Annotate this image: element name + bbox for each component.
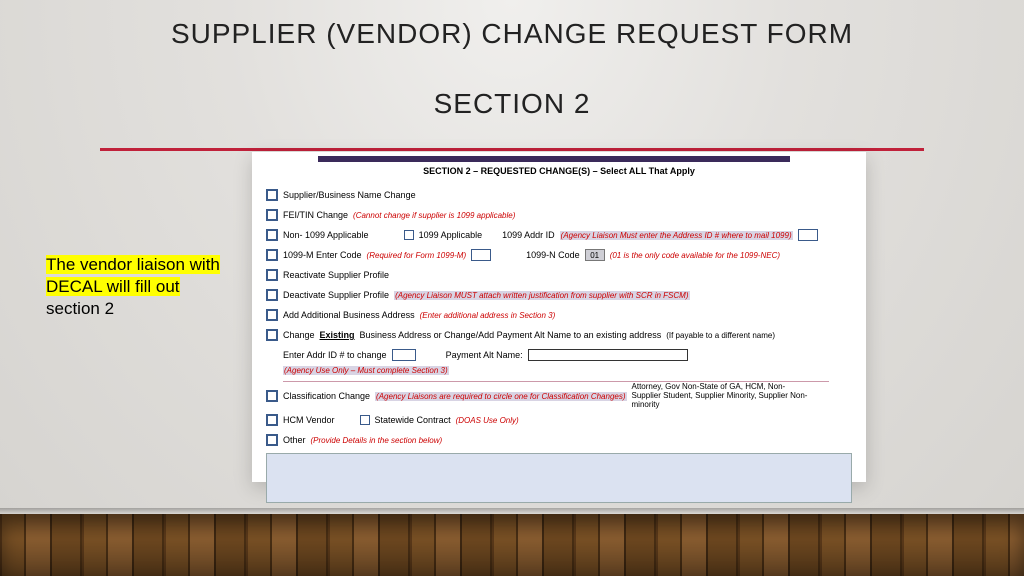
title-rule: [100, 148, 924, 151]
label-statewide: Statewide Contract: [375, 415, 451, 425]
checkbox-fei-tin[interactable]: [266, 209, 278, 221]
row-change-existing: Change Existing Business Address or Chan…: [266, 326, 852, 344]
details-textarea[interactable]: [266, 453, 852, 503]
checkbox-supplier-name-change[interactable]: [266, 189, 278, 201]
floor-texture: [0, 514, 1024, 576]
input-1099-m-code[interactable]: [471, 249, 491, 261]
label-non-1099: Non- 1099 Applicable: [283, 230, 369, 240]
checkbox-classification[interactable]: [266, 390, 278, 402]
row-addr-change-note: (Agency Use Only – Must complete Section…: [283, 361, 852, 379]
checkbox-deactivate[interactable]: [266, 289, 278, 301]
checkbox-other[interactable]: [266, 434, 278, 446]
form-header-bar: [318, 156, 790, 162]
row-reactivate: Reactivate Supplier Profile: [266, 266, 852, 284]
note-deactivate: (Agency Liaison MUST attach written just…: [394, 291, 689, 300]
note-classification: (Agency Liaisons are required to circle …: [375, 392, 626, 401]
label-hcm: HCM Vendor: [283, 415, 335, 425]
note-addr-change: (Agency Use Only – Must complete Section…: [283, 366, 449, 375]
input-payment-alt-name[interactable]: [528, 349, 688, 361]
label-classification-options: Attorney, Gov Non-State of GA, HCM, Non-…: [632, 383, 812, 409]
label-change-existing-tail: (If payable to a different name): [666, 331, 775, 340]
note-fei-tin: (Cannot change if supplier is 1099 appli…: [353, 211, 515, 220]
checkbox-change-existing[interactable]: [266, 329, 278, 341]
row-fei-tin-change: FEI/TIN Change (Cannot change if supplie…: [266, 206, 852, 224]
label-1099-applicable: 1099 Applicable: [419, 230, 483, 240]
input-1099-n-code[interactable]: 01: [585, 249, 605, 261]
section-heading: SECTION 2 – REQUESTED CHANGE(S) – Select…: [258, 166, 860, 176]
input-enter-addr-id[interactable]: [392, 349, 416, 361]
checkbox-add-address[interactable]: [266, 309, 278, 321]
input-1099-addr-id[interactable]: [798, 229, 818, 241]
checkbox-1099-m[interactable]: [266, 249, 278, 261]
row-deactivate: Deactivate Supplier Profile (Agency Liai…: [266, 286, 852, 304]
row-1099-m-n: 1099-M Enter Code (Required for Form 109…: [266, 246, 852, 264]
label-change-existing-b: Existing: [320, 330, 355, 340]
checkbox-reactivate[interactable]: [266, 269, 278, 281]
label-1099-n: 1099-N Code: [526, 250, 580, 260]
slide-subtitle: SECTION 2: [0, 88, 1024, 120]
row-1099-applicable: Non- 1099 Applicable 1099 Applicable 109…: [266, 226, 852, 244]
note-1099-addr-id: (Agency Liaison Must enter the Address I…: [560, 231, 793, 240]
checkbox-non-1099[interactable]: [266, 229, 278, 241]
row-supplier-name-change: Supplier/Business Name Change: [266, 186, 852, 204]
annotation-line-3: section 2: [46, 299, 114, 318]
note-1099-n: (01 is the only code available for the 1…: [610, 251, 780, 260]
label-change-existing-a: Change: [283, 330, 315, 340]
checkbox-hcm[interactable]: [266, 414, 278, 426]
label-add-address: Add Additional Business Address: [283, 310, 415, 320]
label-fei-tin: FEI/TIN Change: [283, 210, 348, 220]
slide-title: SUPPLIER (VENDOR) CHANGE REQUEST FORM: [0, 18, 1024, 50]
label-payment-alt-name: Payment Alt Name:: [446, 350, 523, 360]
label-classification: Classification Change: [283, 391, 370, 401]
note-statewide: (DOAS Use Only): [456, 416, 519, 425]
row-classification: Classification Change (Agency Liaisons a…: [266, 383, 852, 409]
checkbox-statewide[interactable]: [360, 415, 370, 425]
note-other: (Provide Details in the section below): [311, 436, 443, 445]
callout-annotation: The vendor liaison with DECAL will fill …: [46, 254, 220, 320]
checkbox-1099-applicable[interactable]: [404, 230, 414, 240]
label-other: Other: [283, 435, 306, 445]
row-add-address: Add Additional Business Address (Enter a…: [266, 306, 852, 324]
label-reactivate: Reactivate Supplier Profile: [283, 270, 389, 280]
label-1099-addr-id: 1099 Addr ID: [502, 230, 555, 240]
label-supplier-name-change: Supplier/Business Name Change: [283, 190, 416, 200]
row-hcm-statewide: HCM Vendor Statewide Contract (DOAS Use …: [266, 411, 852, 429]
label-enter-addr-id: Enter Addr ID # to change: [283, 350, 387, 360]
annotation-line-2: DECAL will fill out: [46, 277, 180, 296]
label-1099-m: 1099-M Enter Code: [283, 250, 362, 260]
label-change-existing-c: Business Address or Change/Add Payment A…: [360, 330, 662, 340]
note-1099-m: (Required for Form 1099-M): [367, 251, 467, 260]
form-image: SECTION 2 – REQUESTED CHANGE(S) – Select…: [252, 152, 866, 482]
label-deactivate: Deactivate Supplier Profile: [283, 290, 389, 300]
annotation-line-1: The vendor liaison with: [46, 255, 220, 274]
note-add-address: (Enter additional address in Section 3): [420, 311, 556, 320]
row-other: Other (Provide Details in the section be…: [266, 431, 852, 449]
